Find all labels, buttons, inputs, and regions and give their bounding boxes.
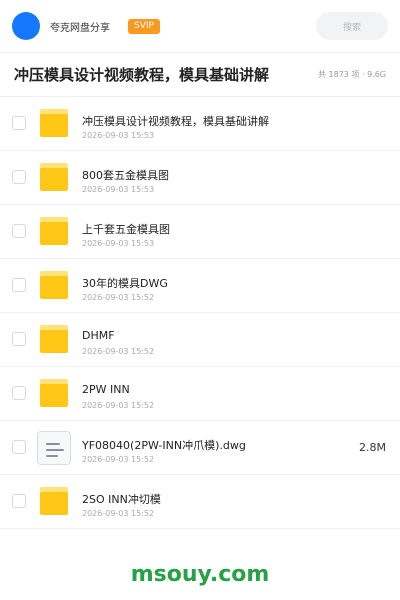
search-input[interactable]: 搜索	[316, 12, 388, 40]
file-row[interactable]: 冲压模具设计视频教程，模具基础讲解 2026-09-03 15:53	[0, 97, 400, 151]
file-size: 2.8M	[359, 441, 386, 454]
avatar[interactable]	[12, 12, 40, 40]
file-name: 冲压模具设计视频教程，模具基础讲解	[82, 115, 269, 128]
file-row[interactable]: DHMF 2026-09-03 15:52	[0, 313, 400, 367]
file-date: 2026-09-03 15:52	[82, 347, 155, 356]
folder-icon	[40, 325, 68, 353]
select-checkbox[interactable]	[12, 386, 26, 400]
file-row[interactable]: 30年的模具DWG 2026-09-03 15:52	[0, 259, 400, 313]
folder-header: 冲压模具设计视频教程，模具基础讲解 共 1873 项 · 9.6G	[0, 53, 400, 97]
file-date: 2026-09-03 15:52	[82, 509, 155, 518]
document-icon	[37, 431, 71, 465]
folder-icon	[40, 379, 68, 407]
file-name: DHMF	[82, 329, 115, 342]
file-row[interactable]: 2SO INN冲切模 2026-09-03 15:52	[0, 475, 400, 529]
file-date: 2026-09-03 15:52	[82, 455, 155, 464]
folder-icon	[40, 487, 68, 515]
folder-icon	[40, 217, 68, 245]
file-row[interactable]: 2PW INN 2026-09-03 15:52	[0, 367, 400, 421]
file-row[interactable]: 上千套五金模具图 2026-09-03 15:53	[0, 205, 400, 259]
select-checkbox[interactable]	[12, 116, 26, 130]
file-list: 冲压模具设计视频教程，模具基础讲解 2026-09-03 15:53 800套五金模…	[0, 97, 400, 529]
file-row[interactable]: YF08040(2PW-INN冲爪模).dwg 2026-09-03 15:52 2…	[0, 421, 400, 475]
file-date: 2026-09-03 15:52	[82, 293, 155, 302]
folder-stats: 共 1873 项 · 9.6G	[318, 70, 386, 79]
select-checkbox[interactable]	[12, 332, 26, 346]
watermark-text: msouy.com	[130, 562, 270, 587]
folder-icon	[40, 271, 68, 299]
folder-icon	[40, 163, 68, 191]
svip-badge: SVIP	[128, 18, 160, 34]
brand-name: 夸克网盘分享	[50, 22, 110, 34]
file-row[interactable]: 800套五金模具图 2026-09-03 15:53	[0, 151, 400, 205]
select-checkbox[interactable]	[12, 278, 26, 292]
file-name: YF08040(2PW-INN冲爪模).dwg	[82, 439, 246, 452]
file-name: 800套五金模具图	[82, 169, 169, 182]
file-date: 2026-09-03 15:53	[82, 131, 155, 140]
file-name: 2PW INN	[82, 383, 130, 396]
page-title: 冲压模具设计视频教程，模具基础讲解	[14, 66, 270, 84]
select-checkbox[interactable]	[12, 224, 26, 238]
file-name: 2SO INN冲切模	[82, 493, 161, 506]
top-bar: 夸克网盘分享 SVIP 搜索	[0, 0, 400, 52]
file-date: 2026-09-03 15:53	[82, 239, 155, 248]
file-name: 上千套五金模具图	[82, 223, 170, 236]
file-date: 2026-09-03 15:52	[82, 401, 155, 410]
folder-icon	[40, 109, 68, 137]
select-checkbox[interactable]	[12, 170, 26, 184]
select-checkbox[interactable]	[12, 440, 26, 454]
select-checkbox[interactable]	[12, 494, 26, 508]
file-date: 2026-09-03 15:53	[82, 185, 155, 194]
file-name: 30年的模具DWG	[82, 277, 168, 290]
